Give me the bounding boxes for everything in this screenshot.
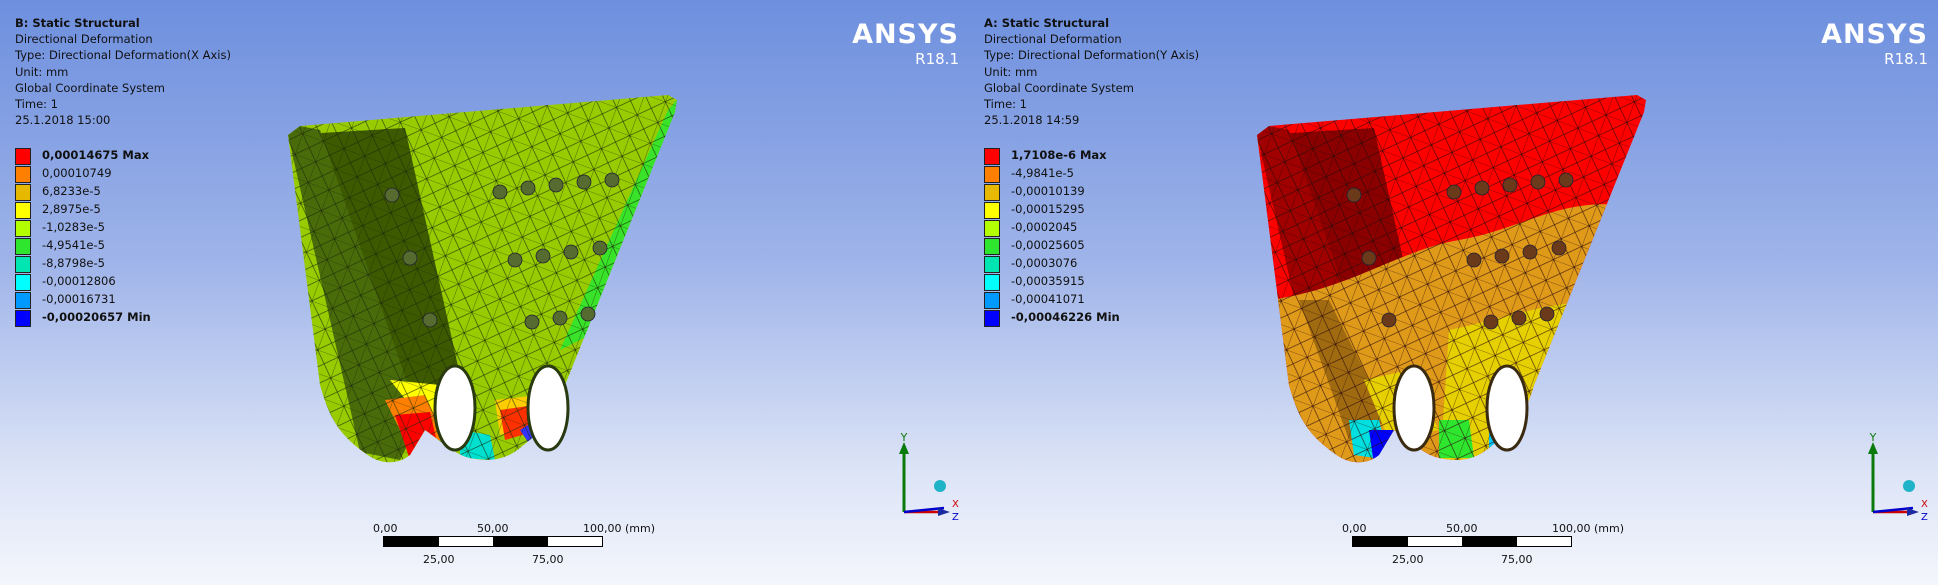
legend-label: -8,8798e-5 xyxy=(42,256,105,270)
result-timestamp: 25.1.2018 15:00 xyxy=(15,113,111,128)
scale-bar: 0,00 50,00 100,00 (mm) 25,00 75,00 xyxy=(365,518,685,578)
legend-swatch xyxy=(15,148,31,165)
legend-label: -4,9841e-5 xyxy=(1011,166,1074,180)
logo-name: ANSYS xyxy=(1821,19,1928,50)
legend-swatch xyxy=(984,274,1000,291)
scale-bar-graphic xyxy=(1352,536,1572,547)
coordinate-system: Global Coordinate System xyxy=(15,80,165,95)
triad-z-label: Z xyxy=(1921,512,1928,522)
legend-swatch xyxy=(984,184,1000,201)
coordinate-triad-icon[interactable]: Y X Z xyxy=(892,432,962,522)
logo-version: R18.1 xyxy=(1884,50,1928,68)
analysis-title: B: Static Structural xyxy=(15,16,140,30)
legend-label: -0,00012806 xyxy=(42,274,116,288)
legend-swatch xyxy=(15,166,31,183)
viewport-y-deformation[interactable]: A: Static Structural Directional Deforma… xyxy=(969,0,1938,585)
coordinate-triad-icon[interactable]: Y X Z xyxy=(1861,432,1931,522)
triad-z-label: Z xyxy=(952,512,959,522)
scale-label-100: 100,00 (mm) xyxy=(583,522,655,535)
legend-label: 0,00014675 Max xyxy=(42,148,150,162)
results-viewports: B: Static Structural Directional Deforma… xyxy=(0,0,1938,585)
result-info: A: Static Structural Directional Deforma… xyxy=(984,15,1199,128)
scale-label-0: 0,00 xyxy=(1342,522,1367,535)
scale-bar-graphic xyxy=(383,536,603,547)
result-name: Directional Deformation xyxy=(15,32,153,47)
analysis-title: A: Static Structural xyxy=(984,16,1110,30)
scale-bar: 0,00 50,00 100,00 (mm) 25,00 75,00 xyxy=(1334,518,1654,578)
legend-label: 1,7108e-6 Max xyxy=(1011,148,1107,162)
legend-swatch xyxy=(15,292,31,309)
legend-swatch xyxy=(15,256,31,273)
triad-x-label: X xyxy=(952,499,959,510)
legend-label: -0,00016731 xyxy=(42,292,116,306)
legend-swatch xyxy=(984,256,1000,273)
result-time: Time: 1 xyxy=(984,97,1027,112)
legend-swatch xyxy=(984,310,1000,327)
result-time: Time: 1 xyxy=(15,97,58,112)
scale-label-100: 100,00 (mm) xyxy=(1552,522,1624,535)
ansys-logo: ANSYS R18.1 xyxy=(1821,19,1928,69)
viewport-x-deformation[interactable]: B: Static Structural Directional Deforma… xyxy=(0,0,969,585)
result-unit: Unit: mm xyxy=(984,64,1038,79)
result-type: Type: Directional Deformation(Y Axis) xyxy=(984,48,1200,63)
ansys-logo: ANSYS R18.1 xyxy=(852,19,959,69)
legend-swatch xyxy=(15,184,31,201)
scale-label-50: 50,00 xyxy=(477,522,509,535)
legend-label: -0,00041071 xyxy=(1011,292,1085,306)
triad-x-label: X xyxy=(1921,499,1928,510)
result-name: Directional Deformation xyxy=(984,32,1122,47)
legend-label: -1,0283e-5 xyxy=(42,220,105,234)
logo-name: ANSYS xyxy=(852,19,959,50)
legend-swatch xyxy=(984,238,1000,255)
legend-label: 0,00010749 xyxy=(42,166,112,180)
legend-label: -4,9541e-5 xyxy=(42,238,105,252)
legend-swatch xyxy=(15,310,31,327)
triad-y-label: Y xyxy=(1869,432,1877,444)
result-info: B: Static Structural Directional Deforma… xyxy=(15,15,231,128)
legend-swatch xyxy=(984,220,1000,237)
legend-label: -0,00025605 xyxy=(1011,238,1085,252)
legend-swatch xyxy=(984,292,1000,309)
scale-label-75: 75,00 xyxy=(532,553,564,566)
result-unit: Unit: mm xyxy=(15,64,69,79)
legend-label: -0,00015295 xyxy=(1011,202,1085,216)
legend-label: 6,8233e-5 xyxy=(42,184,101,198)
result-type: Type: Directional Deformation(X Axis) xyxy=(15,48,231,63)
legend-label: -0,00010139 xyxy=(1011,184,1085,198)
scale-label-50: 50,00 xyxy=(1446,522,1478,535)
legend-swatch xyxy=(15,274,31,291)
legend-swatch xyxy=(984,148,1000,165)
legend-swatch xyxy=(15,220,31,237)
legend-swatch xyxy=(15,202,31,219)
legend-swatch xyxy=(15,238,31,255)
legend-label: -0,0003076 xyxy=(1011,256,1078,270)
legend-label: -0,00046226 Min xyxy=(1011,310,1120,324)
scale-label-25: 25,00 xyxy=(423,553,455,566)
legend-swatch xyxy=(984,202,1000,219)
scale-label-75: 75,00 xyxy=(1501,553,1533,566)
legend-swatch xyxy=(984,166,1000,183)
scale-label-0: 0,00 xyxy=(373,522,398,535)
coordinate-system: Global Coordinate System xyxy=(984,80,1134,95)
triad-y-label: Y xyxy=(900,432,908,444)
legend-label: -0,00035915 xyxy=(1011,274,1085,288)
legend-label: -0,00020657 Min xyxy=(42,310,151,324)
result-timestamp: 25.1.2018 14:59 xyxy=(984,113,1080,128)
legend-label: -0,0002045 xyxy=(1011,220,1078,234)
scale-label-25: 25,00 xyxy=(1392,553,1424,566)
legend-label: 2,8975e-5 xyxy=(42,202,101,216)
logo-version: R18.1 xyxy=(915,50,959,68)
